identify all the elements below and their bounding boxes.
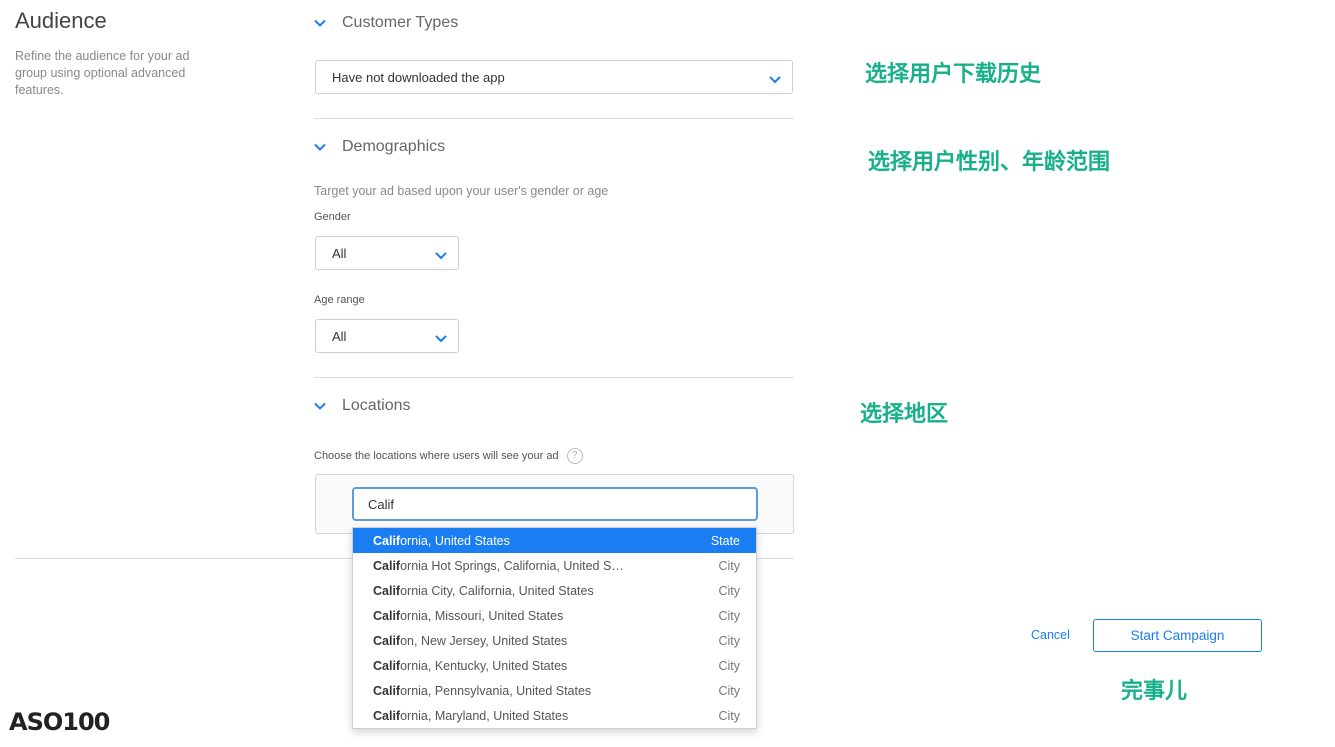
locations-header[interactable]: Locations [314,394,411,418]
chevron-down-icon [314,141,326,153]
section-divider [314,377,794,378]
age-range-select[interactable]: All [315,319,459,353]
location-result-type: State [710,533,740,548]
demographics-header[interactable]: Demographics [314,135,445,159]
location-search-input[interactable] [352,487,758,521]
location-result-rest: ornia, Kentucky, United States [400,658,568,673]
locations-title: Locations [342,397,411,414]
location-result-row[interactable]: California Hot Springs, California, Unit… [353,553,756,578]
customer-types-select[interactable]: Have not downloaded the app [315,60,793,94]
location-result-type: City [718,633,740,648]
location-result-name: Califon, New Jersey, United States [373,634,567,648]
annotation-region: 选择地区 [860,402,949,427]
location-result-name: California, Maryland, United States [373,709,568,723]
location-result-type: City [718,608,740,623]
locations-hint-row: Choose the locations where users will se… [314,448,583,464]
location-result-rest: on, New Jersey, United States [400,633,568,648]
location-result-row[interactable]: California, Missouri, United States City [353,603,756,628]
location-result-match: Calif [373,683,401,698]
location-result-rest: ornia, Maryland, United States [400,708,569,723]
location-result-name: California, Missouri, United States [373,609,563,623]
locations-hint: Choose the locations where users will se… [314,450,559,462]
customer-types-header[interactable]: Customer Types [314,11,458,35]
location-result-name: California Hot Springs, California, Unit… [373,559,624,573]
annotation-done: 完事儿 [1121,679,1188,704]
location-result-name: California, Kentucky, United States [373,659,567,673]
location-result-match: Calif [373,633,401,648]
cancel-link[interactable]: Cancel [1031,628,1070,642]
help-icon[interactable]: ? [566,448,583,464]
location-result-type: City [718,708,740,723]
aso100-logo: ASO100 [9,708,110,736]
location-result-match: Calif [373,658,401,673]
location-results-dropdown: California, United States State California… [352,527,757,729]
location-result-row[interactable]: California, United States State [353,528,756,553]
location-result-rest: ornia City, California, United States [400,583,594,598]
location-result-name: California, United States [373,534,510,548]
location-result-rest: ornia, Pennsylvania, United States [400,683,592,698]
age-range-value: All [332,328,347,344]
location-result-rest: ornia, Missouri, United States [400,608,564,623]
chevron-down-icon [434,248,448,260]
location-result-row[interactable]: California, Pennsylvania, United States C… [353,678,756,703]
audience-description: Refine the audience for your ad group us… [15,49,190,97]
location-result-row[interactable]: California, Maryland, United States City [353,703,756,728]
gender-value: All [332,245,347,261]
section-divider [314,118,794,119]
location-result-type: City [718,683,740,698]
gender-select[interactable]: All [315,236,459,270]
location-result-match: Calif [373,708,401,723]
demographics-title: Demographics [342,138,446,155]
chevron-down-icon [314,17,326,29]
location-result-rest: ornia, United States [400,533,510,548]
location-result-name: California City, California, United Stat… [373,584,594,598]
demographics-hint: Target your ad based upon your user's ge… [314,184,609,198]
chevron-down-icon [434,331,448,343]
location-result-row[interactable]: California City, California, United Stat… [353,578,756,603]
location-result-row[interactable]: California, Kentucky, United States City [353,653,756,678]
gender-label: Gender [314,211,351,223]
annotation-gender-age: 选择用户性别、年龄范围 [868,150,1111,175]
location-result-match: Calif [373,533,401,548]
customer-types-value: Have not downloaded the app [332,69,505,85]
chevron-down-icon [314,400,326,412]
location-result-type: City [718,583,740,598]
start-campaign-button[interactable]: Start Campaign [1093,619,1262,652]
chevron-down-icon [768,72,782,84]
location-result-match: Calif [373,583,401,598]
customer-types-title: Customer Types [342,14,459,31]
location-result-rest: ornia Hot Springs, California, United S… [400,558,624,573]
age-range-label: Age range [314,294,365,306]
location-result-name: California, Pennsylvania, United States [373,684,591,698]
annotation-download-history: 选择用户下载历史 [865,62,1042,87]
location-result-row[interactable]: Califon, New Jersey, United States City [353,628,756,653]
audience-title: Audience [15,8,107,33]
logo-text: ASO100 [9,708,110,736]
location-result-type: City [718,658,740,673]
location-result-match: Calif [373,608,401,623]
location-result-type: City [718,558,740,573]
location-result-match: Calif [373,558,401,573]
